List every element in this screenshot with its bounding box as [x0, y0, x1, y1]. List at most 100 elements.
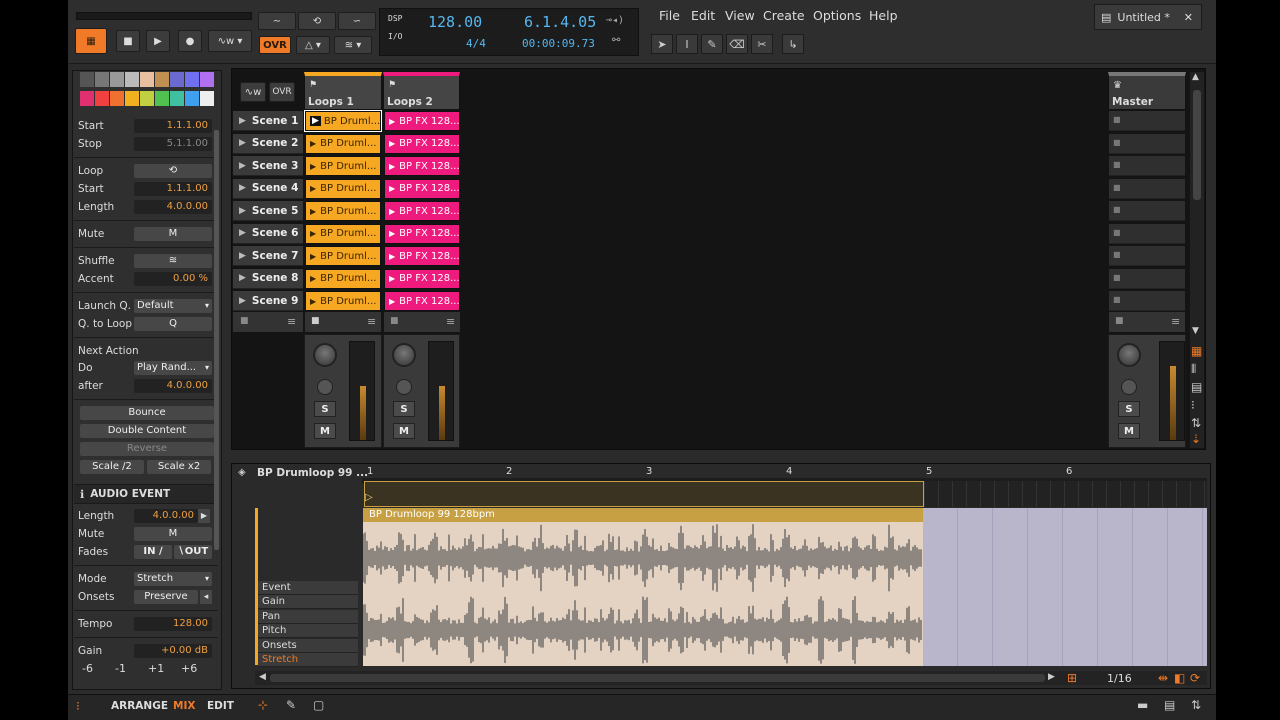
layers-icon[interactable]: ◈ [238, 467, 246, 478]
stop-icon[interactable]: ■ [311, 316, 320, 326]
clip-loops-1-scene-3[interactable]: ▶ BP Druml... [305, 156, 381, 176]
pointer-tool[interactable]: ➤ [651, 34, 673, 54]
gain-minus-6-button[interactable]: -6 [82, 662, 113, 676]
color-swatch[interactable] [155, 72, 169, 87]
info-icon[interactable]: ⁝ [76, 699, 80, 713]
menu-help[interactable]: Help [869, 8, 898, 23]
folder-icon[interactable]: ▬ [1137, 698, 1148, 712]
master-slot-2[interactable]: ■ [1109, 133, 1185, 154]
scene-launch-5[interactable]: ▶ Scene 5 [233, 201, 303, 221]
pan-knob[interactable] [1117, 343, 1141, 367]
clip-loops-1-scene-6[interactable]: ▶ BP Druml... [305, 223, 381, 244]
settings-icon[interactable]: ⇅ [1191, 698, 1201, 712]
record-arm-button[interactable] [317, 379, 333, 395]
clip-mute-button[interactable]: M [134, 227, 212, 241]
clip-loops-2-scene-3[interactable]: ▶ BP FX 128... [384, 156, 460, 176]
sends-icon[interactable]: ⇅ [1191, 416, 1201, 430]
pan-knob[interactable] [392, 343, 416, 367]
color-swatch[interactable] [140, 90, 154, 106]
automation-write-button[interactable]: ∿w ▾ [208, 30, 252, 52]
fx-icon[interactable]: ⇣ [1191, 432, 1201, 446]
color-palette[interactable] [80, 72, 214, 108]
clip-launcher-icon[interactable]: ▦ [1191, 344, 1202, 358]
clip-loops-1-scene-1[interactable]: ▶ BP Druml... [304, 110, 382, 132]
scale-half-button[interactable]: Scale /2 [80, 460, 144, 474]
speaker-icon[interactable]: ◂ [200, 590, 212, 604]
color-swatch[interactable] [110, 90, 124, 106]
menu-icon[interactable]: ≡ [287, 315, 296, 328]
shuffle-toggle[interactable]: ≋ [134, 254, 212, 268]
menu-edit[interactable]: Edit [691, 8, 715, 23]
lane-onsets[interactable]: Onsets [258, 638, 358, 653]
master-slot-5[interactable]: ■ [1109, 201, 1185, 221]
stop-icon[interactable]: ■ [1115, 316, 1124, 326]
time-signature[interactable]: 4/4 [466, 37, 486, 50]
play-start-marker-icon[interactable]: ▷ [365, 492, 373, 503]
grid-snap-icon[interactable]: ⊞ [1067, 671, 1077, 685]
grid-resolution[interactable]: 1/16 [1107, 672, 1132, 685]
menu-file[interactable]: File [659, 8, 680, 23]
close-icon[interactable]: ✕ [1184, 11, 1193, 24]
color-swatch[interactable] [140, 72, 154, 87]
color-swatch[interactable] [200, 90, 214, 106]
arrow-left-icon[interactable]: ◀ [259, 672, 266, 682]
event-tempo-field[interactable]: 128.00 [134, 617, 212, 631]
fade-in-button[interactable]: IN ∕ [134, 545, 172, 559]
clip-loops-2-scene-2[interactable]: ▶ BP FX 128... [384, 133, 460, 154]
color-swatch[interactable] [95, 72, 109, 87]
color-swatch[interactable] [170, 72, 184, 87]
menu-icon[interactable]: ≡ [1171, 315, 1180, 328]
solo-button[interactable]: S [1118, 401, 1140, 417]
link-icon[interactable]: ⚯ [612, 35, 620, 46]
arrow-down-icon[interactable]: ▼ [1192, 326, 1199, 336]
loop-button[interactable]: ⟲ [298, 12, 336, 30]
time-select-tool[interactable]: I [676, 34, 698, 54]
master-slot-8[interactable]: ■ [1109, 268, 1185, 289]
track-header-master[interactable]: ♛ Master [1108, 72, 1186, 110]
clip-stop-field[interactable]: 5.1.1.00 [134, 137, 212, 151]
window-icon[interactable]: ▢ [313, 698, 324, 712]
clip-loops-2-scene-1[interactable]: ▶ BP FX 128... [384, 111, 460, 131]
edit-view-tab[interactable]: EDIT [207, 700, 234, 712]
clip-loops-2-scene-7[interactable]: ▶ BP FX 128... [384, 246, 460, 266]
launcher-automation-button[interactable]: ∿w [240, 82, 266, 102]
audio-event[interactable]: BP Drumloop 99 128bpm [363, 508, 923, 666]
scene-launch-8[interactable]: ▶ Scene 8 [233, 268, 303, 289]
file-icon[interactable]: ▤ [1164, 698, 1175, 712]
layout-icon[interactable]: ◧ [1174, 671, 1185, 685]
next-action-select[interactable]: Play Rand... ▾ [134, 361, 212, 375]
master-slot-3[interactable]: ■ [1109, 156, 1185, 176]
clip-loops-2-scene-4[interactable]: ▶ BP FX 128... [384, 178, 460, 199]
master-slot-9[interactable]: ■ [1109, 291, 1185, 311]
loop-region[interactable]: ▷ [364, 481, 924, 507]
event-length-field[interactable]: 4.0.0.00 [134, 509, 198, 523]
master-slot-4[interactable]: ■ [1109, 178, 1185, 199]
mute-button[interactable]: M [314, 423, 336, 439]
record-arm-button[interactable] [1121, 379, 1137, 395]
dots-icon[interactable]: ⁝ [1191, 398, 1195, 412]
color-swatch[interactable] [155, 90, 169, 106]
lane-gain[interactable]: Gain [258, 595, 358, 610]
fade-out-button[interactable]: ∖OUT [174, 545, 212, 559]
arrow-right-icon[interactable]: ▶ [198, 509, 210, 523]
volume-fader[interactable] [1159, 341, 1185, 441]
bounce-button[interactable]: Bounce [80, 406, 214, 420]
clip-loops-1-scene-5[interactable]: ▶ BP Druml... [305, 201, 381, 221]
clip-loops-2-scene-8[interactable]: ▶ BP FX 128... [384, 268, 460, 289]
stretch-mode-select[interactable]: Stretch ▾ [134, 572, 212, 586]
inspector-scrollbar[interactable] [214, 130, 219, 550]
ovr-button[interactable]: OVR [259, 36, 291, 54]
loop-length-field[interactable]: 4.0.0.00 [134, 200, 212, 214]
master-slot-7[interactable]: ■ [1109, 246, 1185, 266]
lane-pan[interactable]: Pan [258, 609, 358, 624]
clip-loops-1-scene-7[interactable]: ▶ BP Druml... [305, 246, 381, 266]
clip-loops-1-scene-9[interactable]: ▶ BP Druml... [305, 291, 381, 311]
arrow-right-icon[interactable]: ▶ [1048, 672, 1055, 682]
color-swatch[interactable] [125, 72, 139, 87]
horizontal-scrollbar[interactable] [270, 674, 1045, 682]
scene-launch-2[interactable]: ▶ Scene 2 [233, 133, 303, 154]
master-slot-1[interactable]: ■ [1109, 111, 1185, 131]
scene-launch-7[interactable]: ▶ Scene 7 [233, 246, 303, 266]
q-to-loop-button[interactable]: Q [134, 317, 212, 331]
mix-view-tab[interactable]: MIX [173, 700, 195, 712]
